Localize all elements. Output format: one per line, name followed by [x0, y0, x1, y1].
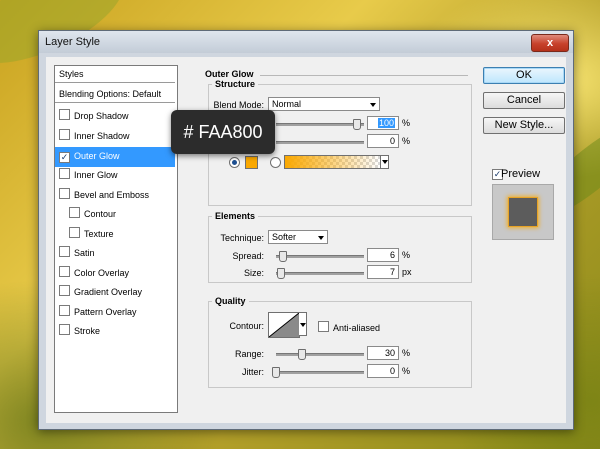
- size-label: Size:: [243, 268, 264, 278]
- style-item-satin[interactable]: Satin: [55, 244, 175, 264]
- jitter-slider-track[interactable]: [276, 371, 364, 374]
- technique-select[interactable]: Softer: [268, 230, 328, 244]
- close-icon: x: [546, 37, 554, 49]
- size-input[interactable]: 7: [367, 265, 399, 279]
- checkbox[interactable]: [69, 227, 80, 238]
- checkbox[interactable]: [59, 188, 70, 199]
- spread-input[interactable]: 6: [367, 248, 399, 262]
- checkbox[interactable]: [59, 305, 70, 316]
- elements-title: Elements: [212, 211, 259, 221]
- size-unit: px: [402, 267, 412, 277]
- checkbox[interactable]: [69, 207, 80, 218]
- noise-slider-track[interactable]: [276, 141, 364, 144]
- contour-label: Contour:: [229, 321, 264, 331]
- contour-curve-icon: [269, 313, 299, 337]
- style-item-pattern-overlay[interactable]: Pattern Overlay: [55, 303, 175, 323]
- spread-label: Spread:: [232, 251, 264, 261]
- glow-color-swatch[interactable]: [245, 156, 258, 169]
- dialog-title: Layer Style: [45, 36, 101, 48]
- checkbox[interactable]: [59, 129, 70, 140]
- color-tooltip: # FAA800: [171, 110, 275, 154]
- gradient-radio[interactable]: [270, 157, 281, 168]
- structure-title: Structure: [212, 79, 259, 89]
- dialog-body: Styles Blending Options: Default Drop Sh…: [46, 57, 566, 423]
- range-input[interactable]: 30: [367, 346, 399, 360]
- color-radio[interactable]: [229, 157, 240, 168]
- preview-swatch: [508, 197, 538, 227]
- preview-label: Preview: [501, 168, 541, 180]
- styles-header[interactable]: Styles: [55, 66, 175, 83]
- checkbox[interactable]: [59, 266, 70, 277]
- style-item-inner-glow[interactable]: Inner Glow: [55, 166, 175, 186]
- blend-mode-label: Blend Mode:: [213, 100, 264, 110]
- checkbox[interactable]: [59, 285, 70, 296]
- contour-preview[interactable]: [268, 312, 300, 338]
- noise-input[interactable]: 0: [367, 134, 399, 148]
- spread-slider-thumb[interactable]: [279, 251, 287, 262]
- jitter-label: Jitter:: [241, 367, 264, 377]
- jitter-input[interactable]: 0: [367, 364, 399, 378]
- layer-style-dialog: Layer Style x Styles Blending Options: D…: [38, 30, 574, 430]
- styles-list: Styles Blending Options: Default Drop Sh…: [54, 65, 178, 413]
- technique-label: Technique:: [220, 233, 264, 243]
- blending-options-item[interactable]: Blending Options: Default: [55, 86, 175, 103]
- style-item-drop-shadow[interactable]: Drop Shadow: [55, 107, 175, 127]
- gradient-picker[interactable]: [284, 155, 381, 169]
- style-item-color-overlay[interactable]: Color Overlay: [55, 264, 175, 284]
- quality-title: Quality: [212, 296, 249, 306]
- checkbox[interactable]: [59, 246, 70, 257]
- style-item-bevel-emboss[interactable]: Bevel and Emboss: [55, 186, 175, 206]
- style-item-outer-glow[interactable]: ✓ Outer Glow: [55, 147, 175, 167]
- title-bar[interactable]: Layer Style x: [39, 31, 573, 53]
- size-slider-thumb[interactable]: [277, 268, 285, 279]
- ok-button[interactable]: OK: [483, 67, 565, 84]
- divider: [260, 75, 468, 76]
- spread-slider-track[interactable]: [276, 255, 364, 258]
- opacity-input[interactable]: 100: [367, 116, 399, 130]
- opacity-slider-track[interactable]: [276, 123, 364, 126]
- checkbox-checked[interactable]: ✓: [59, 152, 70, 163]
- noise-unit: %: [402, 136, 411, 146]
- size-slider-track[interactable]: [276, 272, 364, 275]
- opacity-slider-thumb[interactable]: [353, 119, 361, 130]
- jitter-slider-thumb[interactable]: [272, 367, 280, 378]
- style-item-gradient-overlay[interactable]: Gradient Overlay: [55, 283, 175, 303]
- chevron-down-icon: [370, 103, 376, 107]
- gradient-dropdown[interactable]: [380, 155, 389, 169]
- cancel-button[interactable]: Cancel: [483, 92, 565, 109]
- range-slider-track[interactable]: [276, 353, 364, 356]
- checkbox[interactable]: [59, 324, 70, 335]
- contour-dropdown[interactable]: [299, 312, 307, 336]
- range-unit: %: [402, 348, 411, 358]
- panel-title: Outer Glow: [205, 69, 254, 79]
- style-item-texture[interactable]: Texture: [55, 225, 175, 245]
- range-slider-thumb[interactable]: [298, 349, 306, 360]
- style-item-inner-shadow[interactable]: Inner Shadow: [55, 127, 175, 147]
- chevron-down-icon: [318, 236, 324, 240]
- spread-unit: %: [402, 250, 411, 260]
- blend-mode-select[interactable]: Normal: [268, 97, 380, 111]
- anti-aliased-checkbox[interactable]: Anti-aliased: [318, 321, 380, 333]
- style-preview: [492, 184, 554, 240]
- new-style-button[interactable]: New Style...: [483, 117, 565, 134]
- opacity-unit: %: [402, 118, 411, 128]
- checkbox[interactable]: [59, 168, 70, 179]
- close-button[interactable]: x: [531, 34, 569, 52]
- jitter-unit: %: [402, 366, 411, 376]
- range-label: Range:: [234, 349, 264, 359]
- style-item-contour[interactable]: Contour: [55, 205, 175, 225]
- style-item-stroke[interactable]: Stroke: [55, 322, 175, 342]
- checkbox[interactable]: [59, 109, 70, 120]
